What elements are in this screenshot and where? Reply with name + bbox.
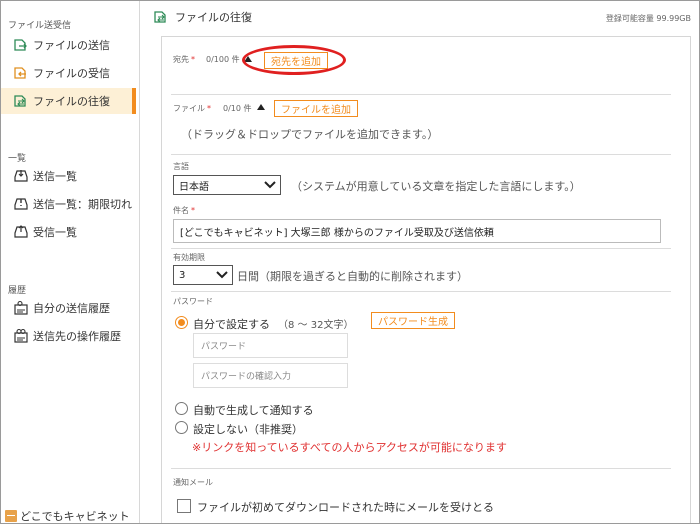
sidebar-item-label: ファイルの送信 xyxy=(33,39,110,52)
file-send-icon xyxy=(13,37,29,53)
sidebar-item-recipient-history[interactable]: 送信先の操作履歴 xyxy=(1,323,134,349)
password-none-radio[interactable] xyxy=(175,421,188,434)
generate-password-button[interactable]: パスワード生成 xyxy=(371,312,455,329)
file-roundtrip-icon xyxy=(153,9,169,25)
sidebar-item-file-send[interactable]: ファイルの送信 xyxy=(1,32,134,58)
sidebar-item-label: ファイルの往復 xyxy=(33,95,110,108)
footer-logo: どこでもキャビネット xyxy=(5,508,130,523)
chevron-down-icon xyxy=(264,180,276,193)
subject-input[interactable]: [どこでもキャビネット] 大塚三郎 様からのファイル受取及び送信依頼 xyxy=(173,219,661,243)
divider xyxy=(171,94,671,95)
notify-label: 通知メール xyxy=(173,478,213,487)
sidebar-item-label: 送信一覧：期限切れ xyxy=(33,198,132,211)
password-auto-radio[interactable] xyxy=(175,402,188,415)
collapse-triangle-icon[interactable] xyxy=(257,104,265,110)
sidebar-item-label: 自分の送信履歴 xyxy=(33,302,110,315)
user-history-icon xyxy=(13,300,29,316)
language-label: 言語 xyxy=(173,162,189,171)
sidebar: ファイル送受信 ファイルの送信 ファイルの受信 ファイルの往復 一覧 送信一覧 xyxy=(1,1,140,523)
app-window: ファイル送受信 ファイルの送信 ファイルの受信 ファイルの往復 一覧 送信一覧 xyxy=(0,0,700,524)
file-drop-zone[interactable]: （ドラッグ＆ドロップでファイルを追加できます。） xyxy=(181,126,438,142)
expiry-label: 有効期限 xyxy=(173,253,205,262)
password-self-radio[interactable] xyxy=(175,316,188,329)
file-roundtrip-icon xyxy=(13,93,29,109)
expiry-select[interactable]: 3 xyxy=(173,265,233,285)
subject-label: 件名 * xyxy=(173,206,195,215)
page-title-text: ファイルの往復 xyxy=(175,11,252,24)
divider xyxy=(171,291,671,292)
divider xyxy=(171,248,671,249)
language-hint: （システムが用意している文章を指定した言語にします。） xyxy=(291,180,581,193)
sidebar-item-label: 送信一覧 xyxy=(33,170,77,183)
chevron-down-icon xyxy=(216,270,228,283)
notify-first-download-checkbox[interactable] xyxy=(177,499,191,513)
language-select[interactable]: 日本語 xyxy=(173,175,281,195)
sidebar-section-title-transfer: ファイル送受信 xyxy=(8,21,72,31)
password-input[interactable]: パスワード xyxy=(193,333,348,358)
password-self-label: 自分で設定する （8 〜 32文字） xyxy=(193,318,354,331)
password-none-label: 設定しない（非推奨） xyxy=(193,423,303,436)
file-count: 0/10 件 xyxy=(223,104,252,113)
cabinet-logo-icon xyxy=(5,510,17,522)
recipient-history-icon xyxy=(13,328,29,344)
password-label: パスワード xyxy=(173,297,213,306)
inbox-expired-icon xyxy=(13,196,29,212)
footer-logo-text: どこでもキャビネット xyxy=(20,510,130,523)
highlight-annotation xyxy=(242,45,346,75)
password-confirm-input[interactable]: パスワードの確認入力 xyxy=(193,363,348,388)
sidebar-item-my-send-history[interactable]: 自分の送信履歴 xyxy=(1,295,134,321)
add-file-button[interactable]: ファイルを追加 xyxy=(274,100,358,117)
inbox-send-icon xyxy=(13,168,29,184)
file-label: ファイル * xyxy=(173,104,211,113)
sidebar-item-send-list-expired[interactable]: 送信一覧：期限切れ xyxy=(1,191,134,217)
sidebar-item-label: 受信一覧 xyxy=(33,226,77,239)
sidebar-item-send-list[interactable]: 送信一覧 xyxy=(1,163,134,189)
sidebar-item-file-receive[interactable]: ファイルの受信 xyxy=(1,60,134,86)
expiry-unit: 日間（期限を過ぎると自動的に削除されます） xyxy=(237,270,468,283)
divider xyxy=(171,154,671,155)
sidebar-item-file-roundtrip[interactable]: ファイルの往復 xyxy=(1,88,136,114)
notify-first-download-label: ファイルが初めてダウンロードされた時にメールを受けとる xyxy=(197,501,494,514)
storage-capacity: 登録可能容量 99.99GB xyxy=(605,14,691,23)
divider xyxy=(171,468,671,469)
password-warning: ※リンクを知っているすべての人からアクセスが可能になります xyxy=(192,441,507,454)
recipient-label: 宛先 * xyxy=(173,55,195,64)
recipient-count: 0/100 件 xyxy=(206,55,240,64)
sidebar-item-receive-list[interactable]: 受信一覧 xyxy=(1,219,134,245)
page-title: ファイルの往復 xyxy=(153,9,252,25)
file-receive-icon xyxy=(13,65,29,81)
inbox-receive-icon xyxy=(13,224,29,240)
sidebar-item-label: 送信先の操作履歴 xyxy=(33,330,121,343)
sidebar-item-label: ファイルの受信 xyxy=(33,67,110,80)
password-auto-label: 自動で生成して通知する xyxy=(193,404,314,417)
